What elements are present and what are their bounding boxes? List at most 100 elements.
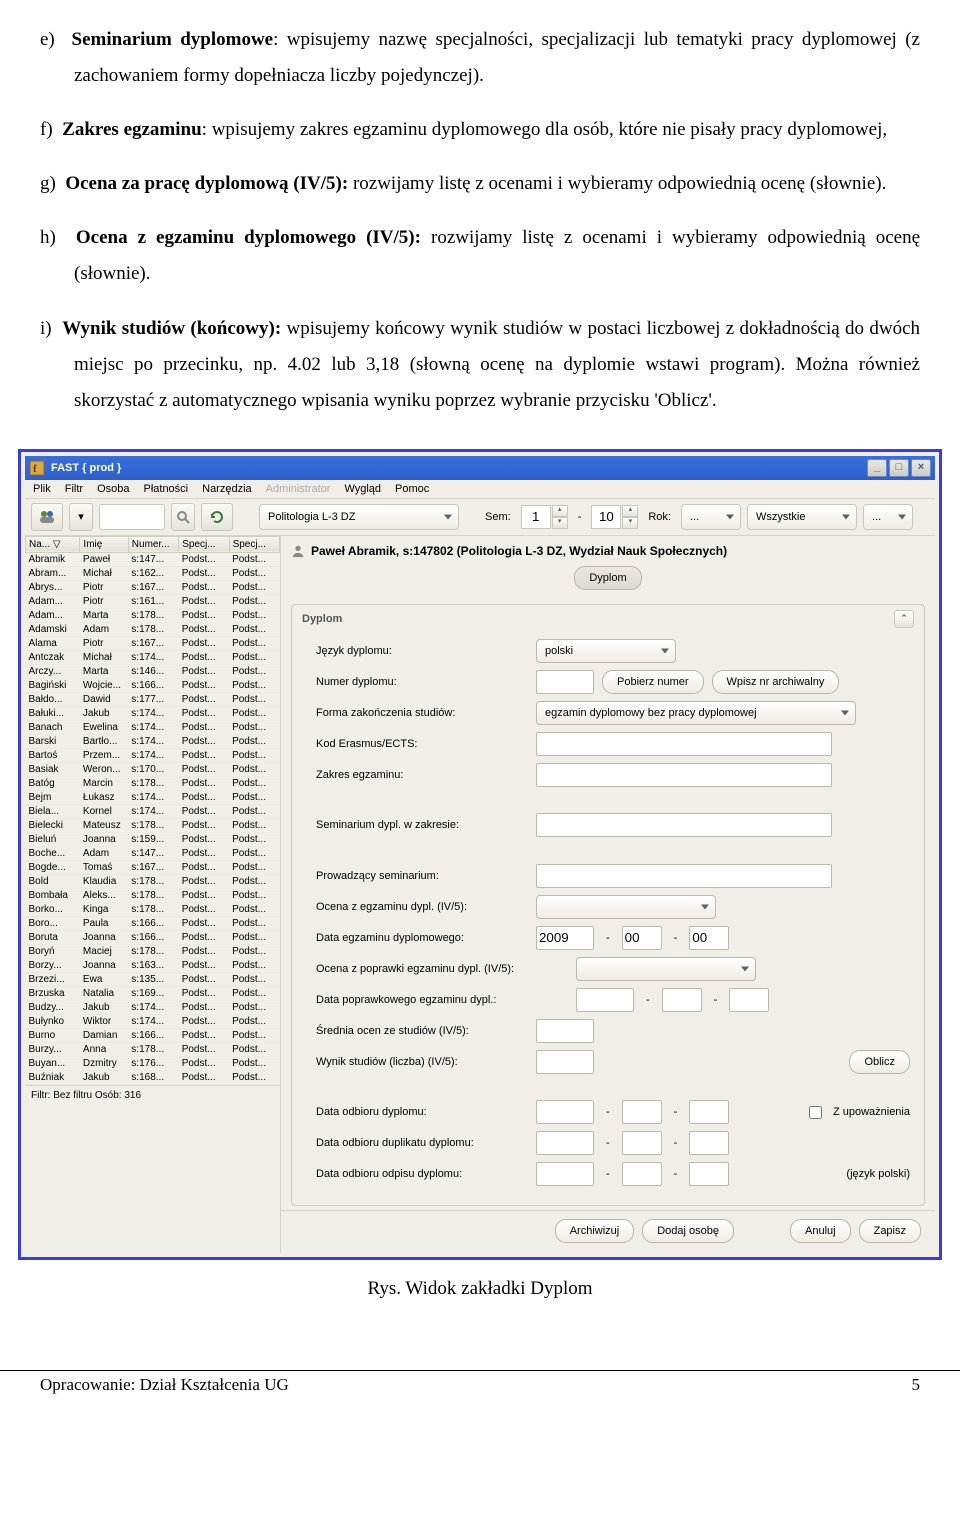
table-row[interactable]: Burzy...Annas:178...Podst...Podst... [26,1042,280,1056]
odp-y-input[interactable] [536,1162,594,1186]
srednia-input[interactable] [536,1019,594,1043]
table-row[interactable]: Buyan...Dzmitrys:176...Podst...Podst... [26,1056,280,1070]
date2-m-input[interactable] [662,988,702,1012]
odb-m-input[interactable] [622,1100,662,1124]
archiwizuj-button[interactable]: Archiwizuj [555,1219,635,1243]
table-row[interactable]: Biela...Kornels:174...Podst...Podst... [26,804,280,818]
table-row[interactable]: BuźniakJakubs:168...Podst...Podst... [26,1070,280,1084]
date-m-input[interactable] [622,926,662,950]
col-numer[interactable]: Numer... [128,536,178,552]
people-table[interactable]: Na... ▽ Imię Numer... Specj... Specj... … [25,536,280,1085]
table-row[interactable]: Brzezi...Ewas:135...Podst...Podst... [26,972,280,986]
table-row[interactable]: BorutaJoannas:166...Podst...Podst... [26,930,280,944]
table-row[interactable]: Bałuki...Jakubs:174...Podst...Podst... [26,706,280,720]
people-icon-button[interactable] [31,503,63,531]
table-row[interactable]: Borzy...Joannas:163...Podst...Podst... [26,958,280,972]
table-row[interactable]: AbramikPawełs:147...Podst...Podst... [26,552,280,566]
collapse-icon[interactable]: ⌃ [894,610,914,628]
table-row[interactable]: AlamaPiotrs:167...Podst...Podst... [26,636,280,650]
table-row[interactable]: BrzuskaNatalias:169...Podst...Podst... [26,986,280,1000]
dup-y-input[interactable] [536,1131,594,1155]
program-select[interactable]: Politologia L-3 DZ [259,504,459,530]
wpisz-archiwalny-button[interactable]: Wpisz nr archiwalny [712,670,840,694]
ocena-poprawka-select[interactable] [576,957,756,981]
menu-pomoc[interactable]: Pomoc [395,483,429,495]
table-row[interactable]: BartośPrzem...s:174...Podst...Podst... [26,748,280,762]
close-button[interactable]: × [911,459,931,477]
table-row[interactable]: BombałaAleks...s:178...Podst...Podst... [26,888,280,902]
table-row[interactable]: BułynkoWiktors:174...Podst...Podst... [26,1014,280,1028]
zapisz-button[interactable]: Zapisz [859,1219,921,1243]
date2-y-input[interactable] [576,988,634,1012]
col-spec1[interactable]: Specj... [179,536,229,552]
col-spec2[interactable]: Specj... [229,536,279,552]
table-row[interactable]: BoldKlaudias:178...Podst...Podst... [26,874,280,888]
table-row[interactable]: BagińskiWojcie...s:166...Podst...Podst..… [26,678,280,692]
zakres-input[interactable] [536,763,832,787]
wynik-input[interactable] [536,1050,594,1074]
maximize-button[interactable]: □ [889,459,909,477]
seminarium-input[interactable] [536,813,832,837]
oblicz-button[interactable]: Oblicz [849,1050,910,1074]
wszystkie-select[interactable]: Wszystkie [747,504,857,530]
rok-select[interactable]: ... [681,504,741,530]
odp-d-input[interactable] [689,1162,729,1186]
table-row[interactable]: Adam...Piotrs:161...Podst...Podst... [26,594,280,608]
pobierz-numer-button[interactable]: Pobierz numer [602,670,704,694]
table-row[interactable]: AdamskiAdams:178...Podst...Podst... [26,622,280,636]
menu-narzedzia[interactable]: Narzędzia [202,483,252,495]
more-select[interactable]: ... [863,504,913,530]
menu-osoba[interactable]: Osoba [97,483,129,495]
table-row[interactable]: Borko...Kingas:178...Podst...Podst... [26,902,280,916]
z-upowaznienia-checkbox[interactable] [809,1106,822,1119]
date2-d-input[interactable] [729,988,769,1012]
menu-plik[interactable]: Plik [33,483,51,495]
table-row[interactable]: Bogde...Tomaśs:167...Podst...Podst... [26,860,280,874]
table-row[interactable]: BejmŁukaszs:174...Podst...Podst... [26,790,280,804]
sem-to-spinner[interactable]: ▴▾ [591,505,638,529]
dodaj-osobe-button[interactable]: Dodaj osobę [642,1219,734,1243]
ocena-egz-select[interactable] [536,895,716,919]
refresh-icon-button[interactable] [201,503,233,531]
table-row[interactable]: BanachEwelinas:174...Podst...Podst... [26,720,280,734]
table-row[interactable]: BoryńMaciejs:178...Podst...Podst... [26,944,280,958]
jezyk-select[interactable]: polski [536,639,676,663]
numer-input[interactable] [536,670,594,694]
titlebar[interactable]: f FAST { prod } _ □ × [25,456,935,480]
kod-input[interactable] [536,732,832,756]
table-row[interactable]: BieleckiMateuszs:178...Podst...Podst... [26,818,280,832]
table-row[interactable]: Abram...Michałs:162...Podst...Podst... [26,566,280,580]
sem-from-spinner[interactable]: ▴▾ [521,505,568,529]
anuluj-button[interactable]: Anuluj [790,1219,851,1243]
menu-wyglad[interactable]: Wygląd [344,483,381,495]
menu-filtr[interactable]: Filtr [65,483,83,495]
table-row[interactable]: BatógMarcins:178...Podst...Podst... [26,776,280,790]
table-row[interactable]: Boche...Adams:147...Podst...Podst... [26,846,280,860]
table-row[interactable]: Boro...Paulas:166...Podst...Podst... [26,916,280,930]
table-row[interactable]: AntczakMichałs:174...Podst...Podst... [26,650,280,664]
dup-m-input[interactable] [622,1131,662,1155]
odb-y-input[interactable] [536,1100,594,1124]
odp-m-input[interactable] [622,1162,662,1186]
table-row[interactable]: Budzy...Jakubs:174...Podst...Podst... [26,1000,280,1014]
col-nazwisko[interactable]: Na... ▽ [26,536,80,552]
table-row[interactable]: Abrys...Piotrs:167...Podst...Podst... [26,580,280,594]
menu-platnosci[interactable]: Płatności [143,483,188,495]
table-row[interactable]: BieluńJoannas:159...Podst...Podst... [26,832,280,846]
col-imie[interactable]: Imię [80,536,128,552]
table-row[interactable]: Arczy...Martas:146...Podst...Podst... [26,664,280,678]
date-y-input[interactable] [536,926,594,950]
search-icon-button[interactable] [171,503,195,531]
odb-d-input[interactable] [689,1100,729,1124]
table-row[interactable]: BasiakWeron...s:170...Podst...Podst... [26,762,280,776]
dropdown-icon-button[interactable]: ▾ [69,503,93,531]
table-row[interactable]: Adam...Martas:178...Podst...Podst... [26,608,280,622]
date-d-input[interactable] [689,926,729,950]
table-row[interactable]: Bałdo...Dawids:177...Podst...Podst... [26,692,280,706]
table-row[interactable]: BarskiBartło...s:174...Podst...Podst... [26,734,280,748]
forma-select[interactable]: egzamin dyplomowy bez pracy dyplomowej [536,701,856,725]
table-row[interactable]: BurnoDamians:166...Podst...Podst... [26,1028,280,1042]
minimize-button[interactable]: _ [867,459,887,477]
prowadzacy-input[interactable] [536,864,832,888]
search-input[interactable] [99,504,165,530]
